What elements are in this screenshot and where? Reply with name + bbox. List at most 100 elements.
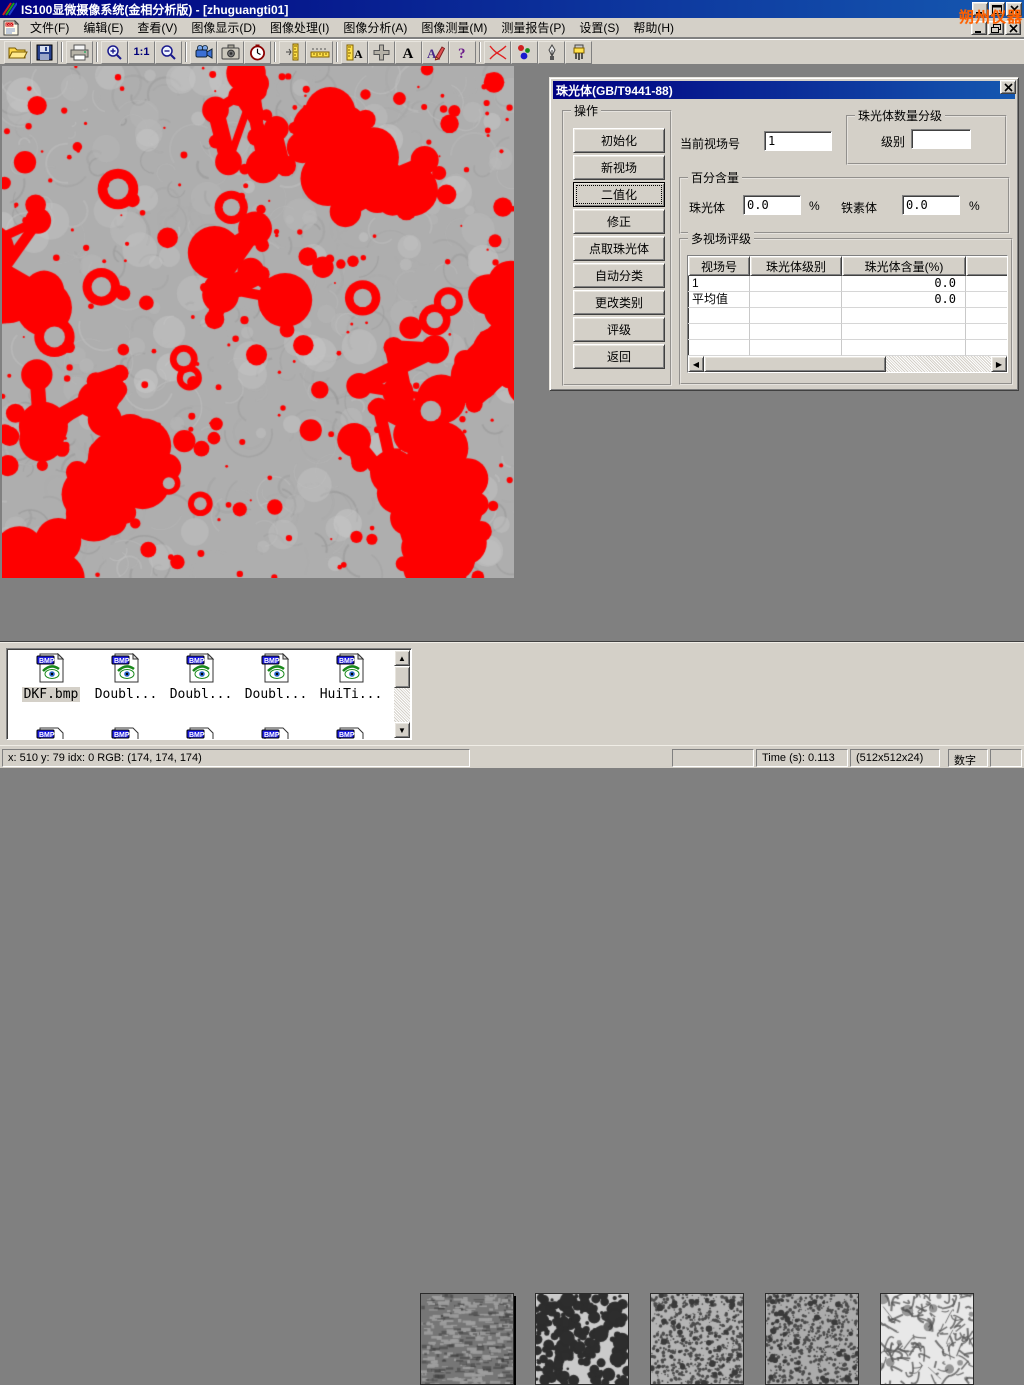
annotate-button[interactable]: A — [422, 41, 449, 64]
table-row[interactable]: 1 0.0 — [688, 276, 1007, 292]
move-button[interactable] — [368, 41, 395, 64]
dialog-close-button[interactable] — [1000, 80, 1016, 94]
menu-image-analysis[interactable]: 图像分析(A) — [336, 17, 414, 38]
binarize-button[interactable]: 二值化 — [573, 182, 665, 207]
auto-classify-button[interactable]: 自动分类 — [573, 263, 665, 288]
thumbnail[interactable] — [650, 1293, 744, 1385]
file-item[interactable]: BMP Doubl... — [240, 653, 312, 702]
scrollbar-track[interactable] — [886, 356, 991, 372]
measure-text-button[interactable]: A — [341, 41, 368, 64]
thumbnail-canvas — [651, 1294, 743, 1384]
col-field-number[interactable]: 视场号 — [688, 256, 750, 276]
table-row-empty — [688, 324, 1007, 340]
svg-text:BMP: BMP — [189, 658, 205, 665]
thumbnail[interactable] — [420, 1293, 514, 1385]
menu-view[interactable]: 查看(V) — [130, 17, 184, 38]
file-item[interactable]: BMP DKF.bmp — [15, 653, 87, 702]
video-camera-button[interactable] — [190, 41, 217, 64]
measure-text-icon: A — [346, 44, 364, 61]
document-icon: DOC — [3, 20, 19, 36]
ferrite-percent-input[interactable] — [902, 195, 960, 215]
file-item[interactable]: BMP — [165, 727, 237, 740]
thumbnail[interactable] — [765, 1293, 859, 1385]
save-button[interactable] — [31, 41, 58, 64]
svg-text:BMP: BMP — [114, 658, 130, 665]
menu-settings[interactable]: 设置(S) — [572, 17, 626, 38]
initialize-button[interactable]: 初始化 — [573, 128, 665, 153]
camera-button[interactable] — [217, 41, 244, 64]
dialog-title: 珠光体(GB/T9441-88) — [556, 82, 673, 99]
menu-measure-report[interactable]: 测量报告(P) — [494, 17, 572, 38]
micrograph-canvas[interactable] — [2, 66, 514, 578]
correct-button[interactable]: 修正 — [573, 209, 665, 234]
pearlite-percent-input[interactable] — [743, 195, 801, 215]
status-panel-empty — [990, 749, 1022, 767]
menu-edit[interactable]: 编辑(E) — [76, 17, 130, 38]
menu-help[interactable]: 帮助(H) — [626, 17, 681, 38]
file-item[interactable]: BMP — [15, 727, 87, 740]
return-button[interactable]: 返回 — [573, 344, 665, 369]
toolbar: 1:1 A A A ? — [0, 39, 1024, 65]
file-name: Doubl... — [93, 687, 160, 702]
caliper-button[interactable] — [279, 41, 306, 64]
col-ferrite-content[interactable]: 铁素体含量(%) — [966, 256, 1008, 276]
zoom-out-button[interactable] — [155, 41, 182, 64]
scrollbar-track[interactable] — [394, 688, 410, 722]
file-item[interactable]: BMP — [90, 727, 162, 740]
timer-icon — [249, 44, 266, 61]
curve-tool-button[interactable] — [484, 41, 511, 64]
print-button[interactable] — [66, 41, 93, 64]
curve-tool-icon — [488, 44, 508, 61]
change-class-button[interactable]: 更改类别 — [573, 290, 665, 315]
rating-table-header: 视场号 珠光体级别 珠光体含量(%) 铁素体含量(%) — [688, 256, 1007, 276]
print-icon — [70, 44, 89, 61]
scroll-up-button[interactable]: ▲ — [394, 650, 410, 666]
thumbnail[interactable] — [880, 1293, 974, 1385]
cell: 0.0 — [842, 276, 966, 292]
file-name: Doubl... — [243, 687, 310, 702]
pen-button[interactable] — [538, 41, 565, 64]
grade-input[interactable] — [911, 129, 971, 149]
scroll-down-button[interactable]: ▼ — [394, 722, 410, 738]
file-item[interactable]: BMP Doubl... — [165, 653, 237, 702]
table-row[interactable]: 平均值 0.0 — [688, 292, 1007, 308]
file-item[interactable]: BMP HuiTi... — [315, 653, 387, 702]
particles-button[interactable] — [511, 41, 538, 64]
menu-image-measure[interactable]: 图像测量(M) — [414, 17, 494, 38]
svg-text:A: A — [403, 46, 414, 60]
actual-size-button[interactable]: 1:1 — [128, 41, 155, 64]
pick-pearlite-button[interactable]: 点取珠光体 — [573, 236, 665, 261]
menu-image-display[interactable]: 图像显示(D) — [184, 17, 263, 38]
menu-file[interactable]: 文件(F) — [23, 17, 76, 38]
title-bar: IS100显微摄像系统(金相分析版) - [zhuguangti01] — [0, 0, 1024, 18]
brush-icon — [572, 44, 586, 61]
file-item[interactable]: BMP Doubl... — [90, 653, 162, 702]
timer-button[interactable] — [244, 41, 271, 64]
scrollbar-thumb[interactable] — [394, 666, 410, 688]
bmp-file-icon: BMP — [184, 653, 218, 683]
col-pearlite-grade[interactable]: 珠光体级别 — [750, 256, 842, 276]
dialog-title-bar: 珠光体(GB/T9441-88) — [553, 81, 1015, 99]
new-field-button[interactable]: 新视场 — [573, 155, 665, 180]
scroll-right-button[interactable]: ▶ — [991, 356, 1007, 372]
scroll-left-button[interactable]: ◀ — [688, 356, 704, 372]
open-button[interactable] — [4, 41, 31, 64]
svg-text:DOC: DOC — [6, 23, 14, 27]
current-field-input[interactable] — [764, 131, 832, 151]
file-item[interactable]: BMP — [240, 727, 312, 740]
current-field-label: 当前视场号 — [680, 135, 740, 152]
help-button[interactable]: ? — [449, 41, 476, 64]
grade-label: 级别 — [881, 133, 905, 150]
col-pearlite-content[interactable]: 珠光体含量(%) — [842, 256, 966, 276]
menu-image-process[interactable]: 图像处理(I) — [263, 17, 336, 38]
ruler-button[interactable] — [306, 41, 333, 64]
vendor-watermark: 朔州仪器 — [959, 6, 1023, 27]
thumbnail[interactable] — [535, 1293, 629, 1385]
text-button[interactable]: A — [395, 41, 422, 64]
help-icon: ? — [457, 44, 469, 60]
file-item[interactable]: BMP — [315, 727, 387, 740]
scrollbar-thumb[interactable] — [704, 356, 886, 372]
grade-button[interactable]: 评级 — [573, 317, 665, 342]
zoom-in-button[interactable] — [101, 41, 128, 64]
brush-button[interactable] — [565, 41, 592, 64]
